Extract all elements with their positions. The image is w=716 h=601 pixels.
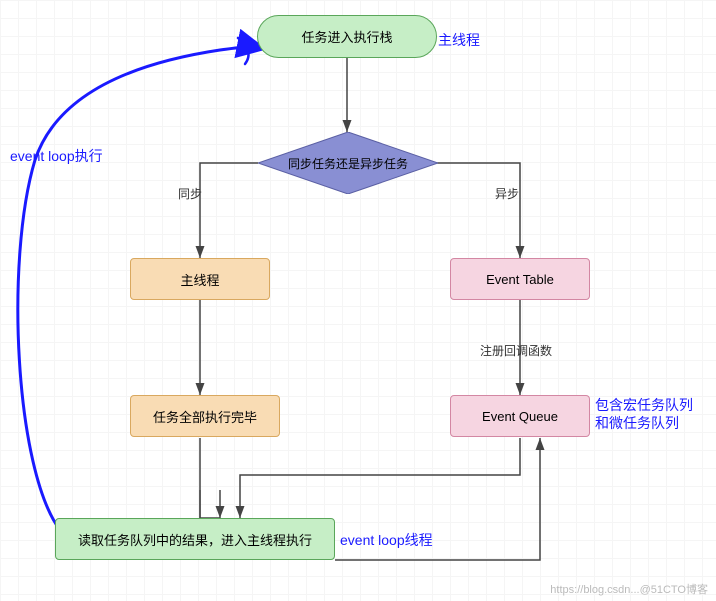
node-start-label: 任务进入执行栈 <box>301 27 392 46</box>
watermark: https://blog.csdn...@51CTO博客 <box>550 581 708 597</box>
node-decision-label: 同步任务还是异步任务 <box>288 155 408 172</box>
node-event-table: Event Table <box>450 258 590 300</box>
node-all-done-label: 任务全部执行完毕 <box>153 407 257 426</box>
flowchart-edges <box>0 0 716 601</box>
edge-label-sync: 同步 <box>178 185 202 202</box>
annotation-event-loop-exec: event loop执行 <box>10 146 103 166</box>
node-start: 任务进入执行栈 <box>257 15 437 58</box>
node-decision: 同步任务还是异步任务 <box>258 132 438 194</box>
node-main-thread: 主线程 <box>130 258 270 300</box>
node-main-thread-label: 主线程 <box>180 270 219 289</box>
node-read-queue: 读取任务队列中的结果，进入主线程执行 <box>55 518 335 560</box>
node-event-queue: Event Queue <box>450 395 590 437</box>
node-event-queue-label: Event Queue <box>482 409 558 424</box>
annotation-event-loop-thread: event loop线程 <box>340 530 433 550</box>
edge-label-async: 异步 <box>495 185 519 202</box>
annotation-main-thread: 主线程 <box>438 30 480 50</box>
node-read-queue-label: 读取任务队列中的结果，进入主线程执行 <box>78 530 312 549</box>
node-event-table-label: Event Table <box>486 272 554 287</box>
edge-label-register: 注册回调函数 <box>480 342 552 359</box>
annotation-queue-note: 包含宏任务队列和微任务队列 <box>595 396 705 432</box>
node-all-done: 任务全部执行完毕 <box>130 395 280 437</box>
